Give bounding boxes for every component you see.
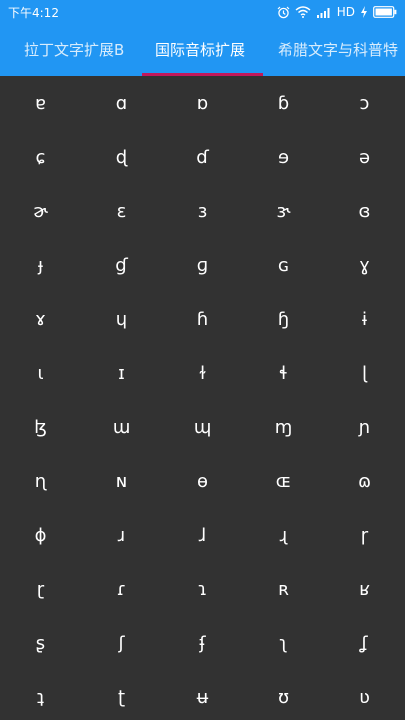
symbol-cell[interactable]: ɨ bbox=[324, 292, 405, 346]
symbol-cell[interactable]: ɧ bbox=[243, 292, 324, 346]
symbol-cell[interactable]: ɶ bbox=[243, 454, 324, 508]
symbol-cell[interactable]: ɯ bbox=[81, 400, 162, 454]
symbol-cell[interactable]: ɸ bbox=[0, 508, 81, 562]
symbol-row: ɐɑɒɓɔ bbox=[0, 76, 405, 130]
network-type: HD bbox=[336, 5, 355, 19]
symbol-row: ɳɴɵɶɷ bbox=[0, 454, 405, 508]
symbol-grid: ɐɑɒɓɔɕɖɗɘəɚɛɜɝɞɟɠɡɢɣɤɥɦɧɨɩɪɫɬɭɮɯɰɱɲɳɴɵɶɷ… bbox=[0, 76, 405, 720]
symbol-cell[interactable]: ɩ bbox=[0, 346, 81, 400]
symbol-cell[interactable]: ɮ bbox=[0, 400, 81, 454]
symbol-cell[interactable]: ə bbox=[324, 130, 405, 184]
symbol-cell[interactable]: ʄ bbox=[162, 616, 243, 670]
signal-icon bbox=[316, 8, 330, 18]
symbol-cell[interactable]: ɐ bbox=[0, 76, 81, 130]
symbol-cell[interactable]: ɒ bbox=[162, 76, 243, 130]
symbol-cell[interactable]: ɝ bbox=[243, 184, 324, 238]
symbol-cell[interactable]: ɕ bbox=[0, 130, 81, 184]
symbol-cell[interactable]: ʃ bbox=[81, 616, 162, 670]
symbol-cell[interactable]: ɰ bbox=[162, 400, 243, 454]
symbol-cell[interactable]: ɛ bbox=[81, 184, 162, 238]
symbol-cell[interactable]: ɤ bbox=[0, 292, 81, 346]
symbol-cell[interactable]: ɱ bbox=[243, 400, 324, 454]
symbol-cell[interactable]: ɻ bbox=[243, 508, 324, 562]
symbol-cell[interactable]: ɖ bbox=[81, 130, 162, 184]
symbol-row: ʇʈʉʊʋ bbox=[0, 670, 405, 720]
symbol-cell[interactable]: ɥ bbox=[81, 292, 162, 346]
symbol-cell[interactable]: ɔ bbox=[324, 76, 405, 130]
symbol-cell[interactable]: ʀ bbox=[243, 562, 324, 616]
symbol-cell[interactable]: ʅ bbox=[243, 616, 324, 670]
symbol-cell[interactable]: ɬ bbox=[243, 346, 324, 400]
symbol-cell[interactable]: ɟ bbox=[0, 238, 81, 292]
wifi-icon bbox=[295, 6, 311, 18]
symbol-row: ʂʃʄʅʆ bbox=[0, 616, 405, 670]
symbol-cell[interactable]: ɭ bbox=[324, 346, 405, 400]
tab-latin-extended-b[interactable]: 拉丁文字扩展B bbox=[24, 24, 124, 76]
symbol-cell[interactable]: ʊ bbox=[243, 670, 324, 720]
symbol-cell[interactable]: ɵ bbox=[162, 454, 243, 508]
symbol-cell[interactable]: ʆ bbox=[324, 616, 405, 670]
symbol-cell[interactable]: ʁ bbox=[324, 562, 405, 616]
symbol-row: ɟɠɡɢɣ bbox=[0, 238, 405, 292]
symbol-cell[interactable]: ɽ bbox=[0, 562, 81, 616]
symbol-row: ɮɯɰɱɲ bbox=[0, 400, 405, 454]
symbol-cell[interactable]: ɺ bbox=[162, 508, 243, 562]
symbol-row: ɩɪɫɬɭ bbox=[0, 346, 405, 400]
status-time: 下午4:12 bbox=[8, 5, 59, 20]
symbol-cell[interactable]: ɡ bbox=[162, 238, 243, 292]
tab-ipa-extensions[interactable]: 国际音标扩展 bbox=[155, 24, 245, 76]
symbol-cell[interactable]: ɦ bbox=[162, 292, 243, 346]
symbol-cell[interactable]: ɿ bbox=[162, 562, 243, 616]
alarm-icon bbox=[277, 6, 290, 18]
symbol-cell[interactable]: ɣ bbox=[324, 238, 405, 292]
symbol-cell[interactable]: ɷ bbox=[324, 454, 405, 508]
symbol-cell[interactable]: ɜ bbox=[162, 184, 243, 238]
symbol-cell[interactable]: ɓ bbox=[243, 76, 324, 130]
symbol-cell[interactable]: ʈ bbox=[81, 670, 162, 720]
symbol-cell[interactable]: ɼ bbox=[324, 508, 405, 562]
status-bar: 下午4:12 HD bbox=[0, 0, 405, 24]
tab-greek-coptic[interactable]: 希腊文字与科普特 bbox=[278, 24, 398, 76]
symbol-cell[interactable]: ɢ bbox=[243, 238, 324, 292]
symbol-row: ɽɾɿʀʁ bbox=[0, 562, 405, 616]
symbol-cell[interactable]: ʉ bbox=[162, 670, 243, 720]
symbol-cell[interactable]: ʂ bbox=[0, 616, 81, 670]
symbol-cell[interactable]: ɫ bbox=[162, 346, 243, 400]
symbol-row: ɚɛɜɝɞ bbox=[0, 184, 405, 238]
symbol-row: ɕɖɗɘə bbox=[0, 130, 405, 184]
charging-icon bbox=[361, 6, 367, 18]
symbol-cell[interactable]: ɑ bbox=[81, 76, 162, 130]
symbol-cell[interactable]: ɠ bbox=[81, 238, 162, 292]
battery-icon bbox=[373, 6, 397, 18]
symbol-cell[interactable]: ɳ bbox=[0, 454, 81, 508]
symbol-cell[interactable]: ɪ bbox=[81, 346, 162, 400]
symbol-cell[interactable]: ɾ bbox=[81, 562, 162, 616]
symbol-cell[interactable]: ɞ bbox=[324, 184, 405, 238]
symbol-row: ɸɹɺɻɼ bbox=[0, 508, 405, 562]
symbol-cell[interactable]: ɚ bbox=[0, 184, 81, 238]
symbol-cell[interactable]: ʋ bbox=[324, 670, 405, 720]
symbol-row: ɤɥɦɧɨ bbox=[0, 292, 405, 346]
symbol-cell[interactable]: ʇ bbox=[0, 670, 81, 720]
symbol-cell[interactable]: ɴ bbox=[81, 454, 162, 508]
tab-bar: 拉丁文字扩展B 国际音标扩展 希腊文字与科普特 bbox=[0, 24, 405, 76]
symbol-cell[interactable]: ɲ bbox=[324, 400, 405, 454]
symbol-cell[interactable]: ɗ bbox=[162, 130, 243, 184]
symbol-cell[interactable]: ɘ bbox=[243, 130, 324, 184]
symbol-cell[interactable]: ɹ bbox=[81, 508, 162, 562]
status-icons: HD bbox=[277, 5, 397, 19]
